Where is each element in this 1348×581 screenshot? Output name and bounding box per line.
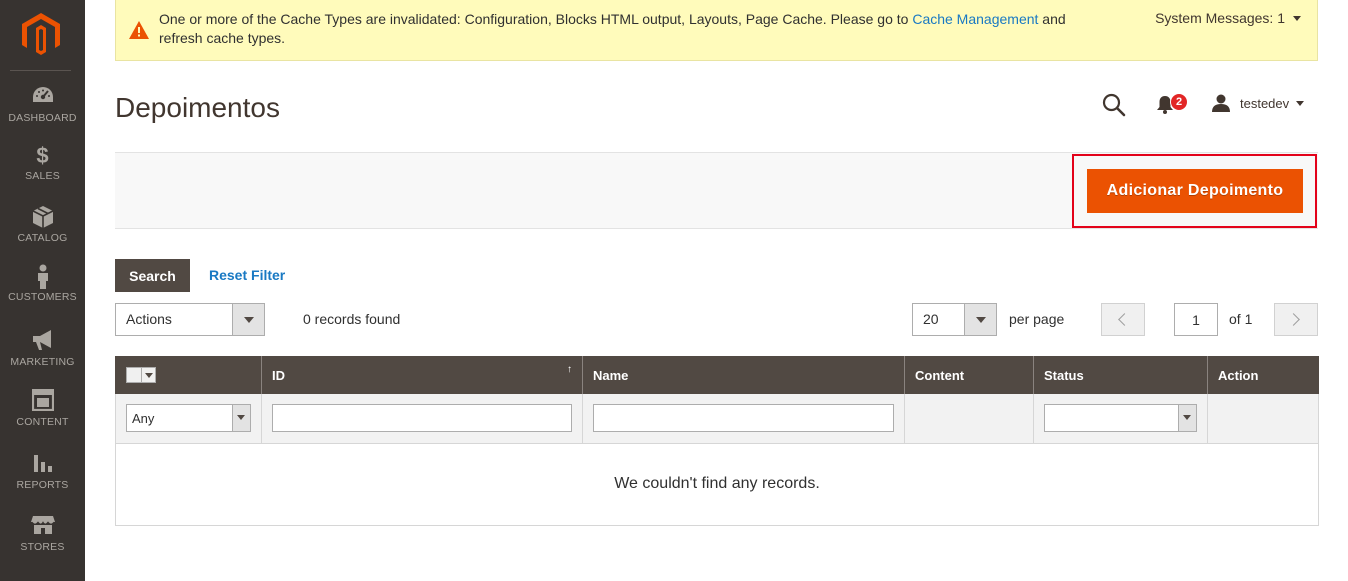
nav-label: CATALOG: [17, 232, 68, 244]
sidebar-divider: [10, 70, 71, 71]
user-menu[interactable]: testedev: [1211, 94, 1305, 112]
nav-label: CUSTOMERS: [8, 291, 77, 303]
admin-sidebar: DASHBOARD $ SALES CATALOG CUSTOMERS MARK…: [0, 0, 85, 581]
mass-select-checkbox[interactable]: [126, 367, 156, 384]
nav-label: DASHBOARD: [8, 112, 77, 124]
nav-stores[interactable]: STORES: [0, 514, 85, 570]
nav-dashboard[interactable]: DASHBOARD: [0, 85, 85, 141]
add-testimonial-button[interactable]: Adicionar Depoimento: [1087, 169, 1303, 213]
system-message-text: One or more of the Cache Types are inval…: [159, 10, 1089, 48]
column-label: Status: [1044, 367, 1084, 383]
user-icon: [1212, 94, 1230, 112]
caret-down-icon: [1293, 16, 1301, 21]
nav-customers[interactable]: CUSTOMERS: [0, 264, 85, 320]
dropdown-arrow-icon: [964, 304, 996, 335]
page-count-label: of 1: [1229, 311, 1253, 327]
filter-cell: [1207, 394, 1319, 444]
bar-chart-icon: [0, 452, 85, 478]
column-label: Content: [915, 367, 965, 383]
box-icon: [0, 205, 85, 231]
column-header-content[interactable]: Content: [904, 356, 1034, 394]
store-icon: [0, 514, 85, 540]
caret-down-icon: [1296, 100, 1305, 106]
person-icon: [0, 264, 85, 290]
nav-label: REPORTS: [16, 479, 69, 491]
status-filter-select[interactable]: [1044, 404, 1197, 433]
per-page-value: 20: [923, 311, 939, 327]
nav-label: SALES: [25, 170, 60, 182]
column-label: Action: [1218, 367, 1259, 383]
filter-cell: [582, 394, 905, 444]
filter-row: Any: [115, 394, 1319, 444]
nav-reports[interactable]: REPORTS: [0, 452, 85, 508]
system-messages-count: System Messages: 1: [1155, 10, 1285, 26]
system-messages-toggle[interactable]: System Messages: 1: [1155, 10, 1301, 26]
records-found: 0 records found: [303, 311, 401, 327]
column-header-action: Action: [1207, 356, 1319, 394]
nav-label: MARKETING: [10, 356, 75, 368]
next-page-button[interactable]: [1274, 303, 1318, 336]
cache-management-link[interactable]: Cache Management: [912, 11, 1038, 27]
dashboard-icon: [0, 85, 85, 111]
filter-cell: [1033, 394, 1208, 444]
data-grid: ID ↑ Name Content Status Action Any We c…: [115, 356, 1319, 526]
previous-page-button[interactable]: [1101, 303, 1145, 336]
username: testedev: [1240, 95, 1290, 111]
empty-message: We couldn't find any records.: [115, 442, 1319, 526]
column-header-name[interactable]: Name: [582, 356, 905, 394]
name-filter-input[interactable]: [593, 404, 894, 433]
mass-actions-value: Actions: [126, 311, 172, 327]
nav-catalog[interactable]: CATALOG: [0, 205, 85, 261]
mass-actions-select[interactable]: Actions: [115, 303, 265, 336]
filter-cell: [261, 394, 583, 444]
dollar-icon: $: [36, 143, 49, 168]
per-page-select[interactable]: 20: [912, 303, 997, 336]
nav-label: STORES: [20, 541, 65, 553]
nav-content[interactable]: CONTENT: [0, 389, 85, 445]
magento-logo-icon[interactable]: [22, 13, 60, 55]
dropdown-arrow-icon: [1178, 405, 1196, 432]
highlight-box: Adicionar Depoimento: [1072, 154, 1317, 228]
page-title: Depoimentos: [115, 92, 280, 123]
search-icon[interactable]: [1102, 93, 1126, 117]
nav-marketing[interactable]: MARKETING: [0, 329, 85, 385]
dropdown-arrow-icon: [232, 405, 250, 432]
notification-badge: 2: [1170, 93, 1188, 111]
empty-row: We couldn't find any records.: [115, 442, 1319, 526]
per-page-label: per page: [1009, 311, 1065, 327]
dropdown-arrow-icon: [232, 304, 264, 335]
select-filter-value: Any: [132, 411, 155, 427]
column-label: Name: [593, 367, 629, 383]
id-filter-input[interactable]: [272, 404, 572, 433]
megaphone-icon: [0, 329, 85, 355]
column-header-id[interactable]: ID ↑: [261, 356, 583, 394]
nav-label: CONTENT: [16, 416, 69, 428]
filter-cell: Any: [115, 394, 262, 444]
search-button[interactable]: Search: [115, 259, 190, 292]
nav-sales[interactable]: $ SALES: [0, 143, 85, 199]
reset-filter-link[interactable]: Reset Filter: [209, 267, 285, 283]
sort-arrow-icon: ↑: [567, 364, 572, 375]
notifications-button[interactable]: 2: [1156, 93, 1188, 119]
column-header-status[interactable]: Status: [1033, 356, 1208, 394]
warning-icon: [129, 21, 149, 39]
select-filter[interactable]: Any: [126, 404, 251, 433]
filter-cell: [904, 394, 1034, 444]
layout-icon: [0, 389, 85, 415]
mass-select-header[interactable]: [115, 356, 262, 394]
page-number-input[interactable]: [1174, 303, 1218, 336]
column-label: ID: [272, 367, 285, 383]
system-message-bar: One or more of the Cache Types are inval…: [115, 0, 1318, 61]
message-text-before: One or more of the Cache Types are inval…: [159, 11, 913, 27]
